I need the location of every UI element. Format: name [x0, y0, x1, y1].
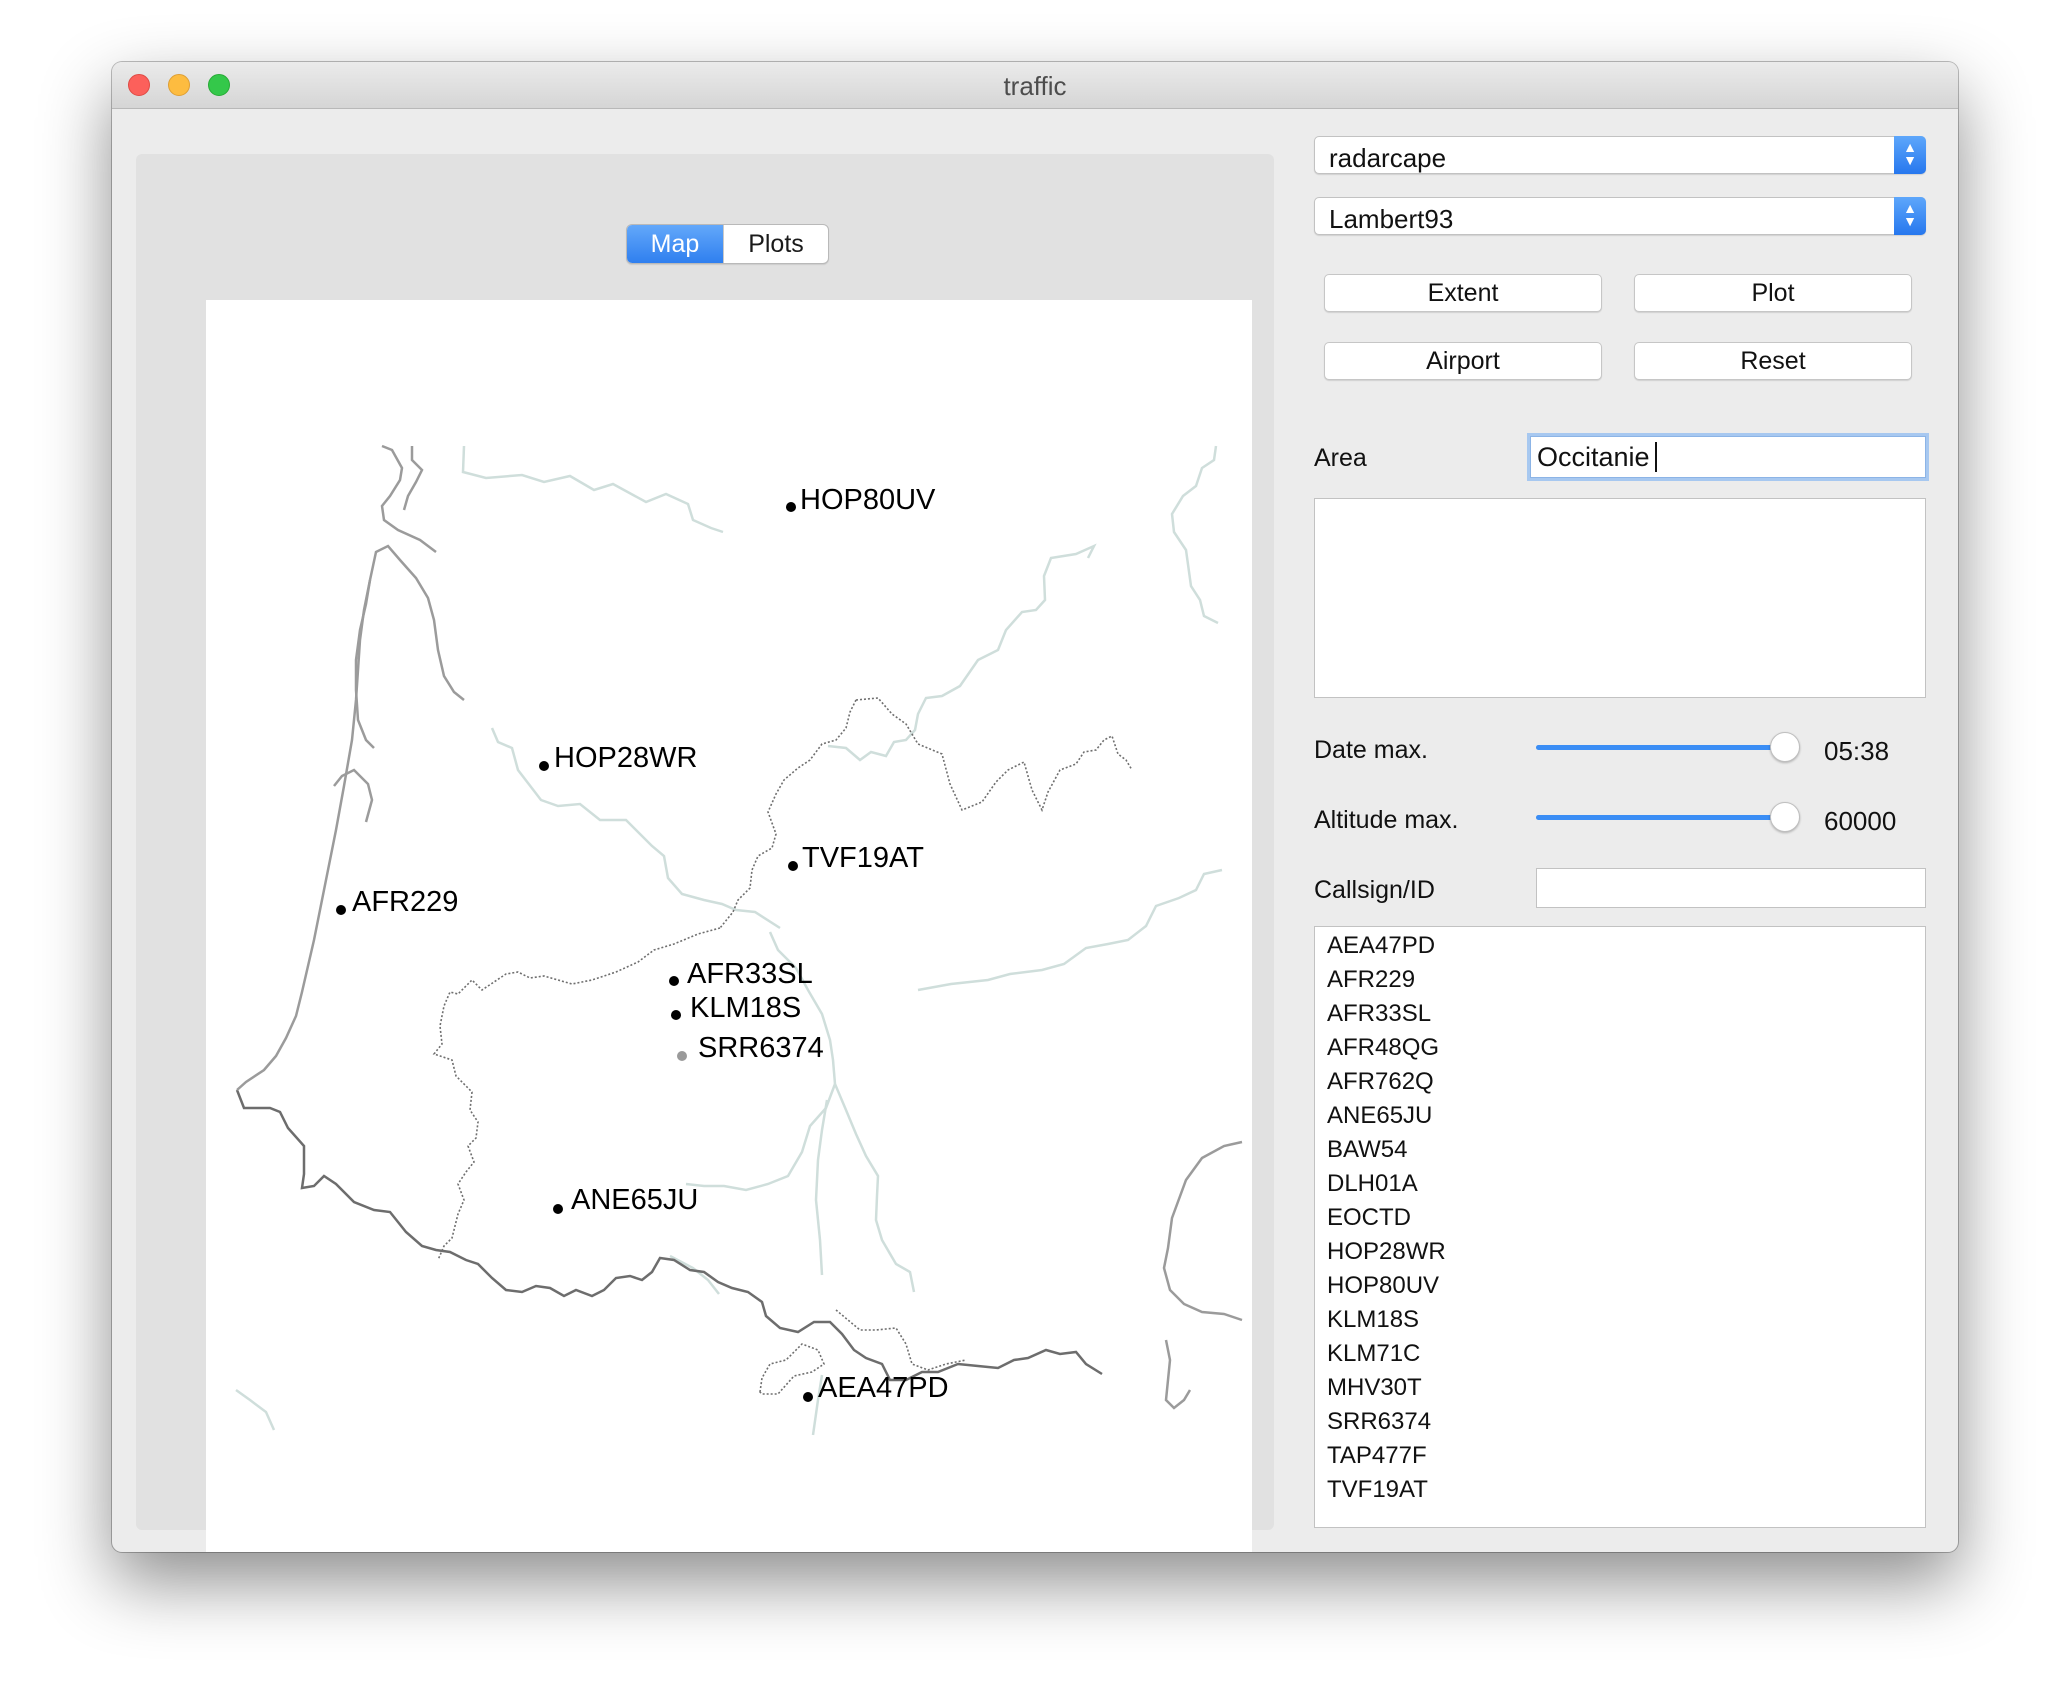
list-item[interactable]: AFR48QG	[1327, 1036, 1439, 1060]
flight-marker-afr33sl[interactable]	[669, 976, 679, 986]
flight-marker-hop28wr[interactable]	[539, 761, 549, 771]
list-item[interactable]: EOCTD	[1327, 1206, 1411, 1230]
flight-label-ane65ju: ANE65JU	[571, 1184, 699, 1216]
river	[1170, 445, 1219, 625]
altitude-max-slider[interactable]	[1536, 802, 1800, 832]
callsign-input[interactable]	[1536, 868, 1926, 908]
coastline	[1162, 1140, 1243, 1322]
projection-select[interactable]: Lambert93 ▲ ▼	[1314, 197, 1926, 235]
coastline	[402, 446, 424, 511]
flight-marker-tvf19at[interactable]	[788, 861, 798, 871]
coastline	[1164, 1339, 1192, 1410]
updown-chevron-icon: ▲ ▼	[1894, 197, 1926, 235]
flight-label-tvf19at: TVF19AT	[802, 842, 924, 874]
country-border	[235, 1089, 1103, 1382]
date-max-label: Date max.	[1314, 736, 1428, 764]
slider-fill	[1536, 815, 1782, 820]
area-input[interactable]: Occitanie	[1530, 436, 1926, 478]
tab-plots[interactable]: Plots	[723, 225, 828, 263]
coastline	[380, 444, 437, 553]
source-select[interactable]: radarcape ▲ ▼	[1314, 136, 1926, 174]
airport-button[interactable]: Airport	[1324, 342, 1602, 380]
flight-label-hop80uv: HOP80UV	[800, 484, 936, 516]
river	[917, 868, 1223, 992]
list-item[interactable]: AFR33SL	[1327, 1002, 1431, 1026]
river	[827, 543, 1097, 762]
flight-marker-hop80uv[interactable]	[786, 502, 796, 512]
area-label: Area	[1314, 444, 1367, 472]
flight-label-afr33sl: AFR33SL	[687, 958, 813, 990]
list-item[interactable]: TAP477F	[1327, 1444, 1427, 1468]
flight-label-srr6374: SRR6374	[698, 1032, 824, 1064]
flight-marker-afr229[interactable]	[336, 905, 346, 915]
list-item[interactable]: KLM71C	[1327, 1342, 1420, 1366]
coastline	[368, 544, 465, 701]
flight-marker-srr6374[interactable]	[677, 1051, 687, 1061]
flight-label-aea47pd: AEA47PD	[818, 1372, 949, 1404]
list-item[interactable]: DLH01A	[1327, 1172, 1418, 1196]
region-border	[835, 1309, 967, 1371]
coastline	[236, 579, 372, 1091]
flight-marker-ane65ju[interactable]	[553, 1204, 563, 1214]
area-results-box[interactable]	[1314, 498, 1926, 698]
list-item[interactable]: KLM18S	[1327, 1308, 1419, 1332]
list-item[interactable]: TVF19AT	[1327, 1478, 1428, 1502]
list-item[interactable]: ANE65JU	[1327, 1104, 1432, 1128]
map-canvas[interactable]: HOP80UV HOP28WR TVF19AT AFR229 AFR33SL K…	[206, 300, 1252, 1552]
area-input-value: Occitanie	[1537, 442, 1650, 472]
date-max-value: 05:38	[1824, 736, 1890, 766]
river	[685, 1083, 837, 1192]
river	[814, 1099, 829, 1276]
reset-button[interactable]: Reset	[1634, 342, 1912, 380]
callsign-label: Callsign/ID	[1314, 876, 1435, 904]
list-item[interactable]: HOP28WR	[1327, 1240, 1446, 1264]
flight-label-afr229: AFR229	[352, 886, 459, 918]
slider-handle[interactable]	[1770, 802, 1800, 832]
updown-chevron-icon: ▲ ▼	[1894, 136, 1926, 174]
plot-button[interactable]: Plot	[1634, 274, 1912, 312]
list-item[interactable]: HOP80UV	[1327, 1274, 1439, 1298]
region-border	[855, 697, 1133, 813]
source-select-value: radarcape	[1329, 143, 1447, 173]
altitude-max-value: 60000	[1824, 806, 1897, 836]
extent-button[interactable]: Extent	[1324, 274, 1602, 312]
flight-label-klm18s: KLM18S	[690, 992, 802, 1024]
list-item[interactable]: AEA47PD	[1327, 934, 1435, 958]
view-tabs: Map Plots	[626, 224, 829, 264]
list-item[interactable]: AFR762Q	[1327, 1070, 1434, 1094]
river	[235, 1388, 276, 1431]
region-border	[759, 1343, 825, 1395]
callsign-list[interactable]: AEA47PD AFR229 AFR33SL AFR48QG AFR762Q A…	[1314, 926, 1926, 1528]
flight-marker-klm18s[interactable]	[671, 1010, 681, 1020]
list-item[interactable]: BAW54	[1327, 1138, 1407, 1162]
flight-label-hop28wr: HOP28WR	[554, 742, 698, 774]
window-title: traffic	[1003, 71, 1067, 101]
altitude-max-label: Altitude max.	[1314, 806, 1459, 834]
river	[461, 445, 724, 534]
slider-handle[interactable]	[1770, 732, 1800, 762]
date-max-slider[interactable]	[1536, 732, 1800, 762]
tab-map[interactable]: Map	[627, 225, 723, 263]
projection-select-value: Lambert93	[1329, 204, 1454, 234]
flight-marker-aea47pd[interactable]	[803, 1392, 813, 1402]
list-item[interactable]: SRR6374	[1327, 1410, 1431, 1434]
map-basemap	[235, 444, 1243, 1436]
text-caret	[1655, 442, 1657, 472]
list-item[interactable]: AFR229	[1327, 968, 1415, 992]
app-window: traffic HOP80UV HOP28WR TVF19AT AFR229 A…	[112, 62, 1958, 1552]
map-panel: HOP80UV HOP28WR TVF19AT AFR229 AFR33SL K…	[136, 154, 1274, 1552]
region-border	[719, 699, 857, 929]
list-item[interactable]: MHV30T	[1327, 1376, 1422, 1400]
slider-fill	[1536, 745, 1782, 750]
title-bar: traffic	[112, 62, 1958, 109]
